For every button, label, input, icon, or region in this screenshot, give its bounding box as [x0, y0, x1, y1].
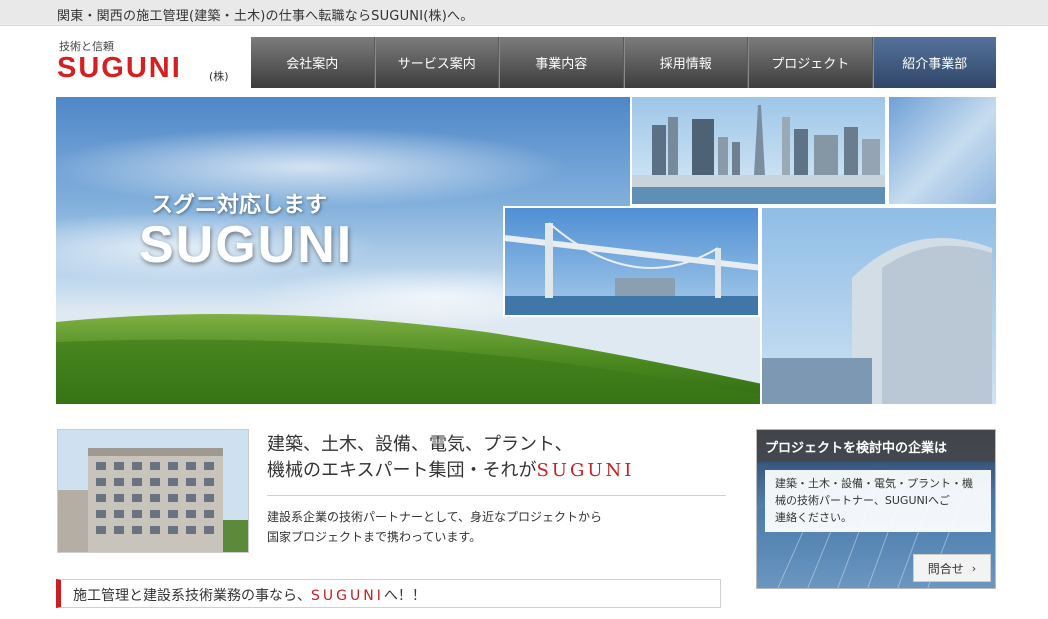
contact-button[interactable]: 問合せ › [913, 554, 991, 582]
office-building-photo [57, 429, 249, 553]
nav-item-projects[interactable]: プロジェクト [748, 37, 873, 88]
sidebar-message-line3: 連絡ください。 [775, 511, 852, 524]
service-banner-text: 施工管理と建設系技術業務の事なら、SUGUNIへ！！ [73, 585, 426, 605]
service-banner: 施工管理と建設系技術業務の事なら、SUGUNIへ！！ [56, 579, 721, 608]
logo-corp-suffix: (株) [209, 70, 229, 83]
sidebar-message-line1: 建築・土木・設備・電気・プラント・機 [775, 477, 973, 490]
intro-headline-line2: 機械のエキスパート集団・それがSUGUNI [267, 458, 634, 484]
service-banner-lead: 施工管理と建設系技術業務の事なら、 [73, 588, 311, 604]
intro-body: 建設系企業の技術パートナーとして、身近なプロジェクトから 国家プロジェクトまで携… [267, 507, 602, 547]
hotel-building-photo [760, 206, 996, 404]
site-tagline: 関東・関西の施工管理(建築・土木)の仕事へ転職ならSUGUNI(株)へ。 [57, 9, 474, 24]
service-banner-brand: SUGUNI [311, 588, 384, 604]
logo-wordmark: SUGUNI [57, 52, 182, 84]
contact-button-label: 問合せ [927, 561, 964, 576]
contact-sidebar: プロジェクトを検討中の企業は 建築・土木・設備・電気・プラント・機 械の技術パー… [756, 429, 996, 589]
hero-banner: スグニ対応します SUGUNI [56, 97, 996, 404]
service-banner-suffix: へ！！ [383, 588, 426, 604]
nav-item-company[interactable]: 会社案内 [251, 37, 375, 88]
sidebar-title: プロジェクトを検討中の企業は [757, 430, 995, 462]
skyline-photo [630, 97, 887, 206]
nav-item-services[interactable]: サービス案内 [374, 37, 499, 88]
sidebar-message: 建築・土木・設備・電気・プラント・機 械の技術パートナー、SUGUNIへご 連絡… [765, 470, 991, 532]
nav-item-recruit[interactable]: 採用情報 [623, 37, 748, 88]
intro-headline-line2-text: 機械のエキスパート集団・それが [267, 460, 537, 481]
nav-item-referral[interactable]: 紹介事業部 [872, 37, 996, 88]
top-bar: 関東・関西の施工管理(建築・土木)の仕事へ転職ならSUGUNI(株)へ。 [0, 0, 1048, 26]
intro-divider [267, 495, 726, 496]
intro-headline-line1: 建築、土木、設備、電気、プラント、 [267, 434, 573, 455]
nav-item-business[interactable]: 事業内容 [499, 37, 624, 88]
main-nav: 会社案内 サービス案内 事業内容 採用情報 プロジェクト 紹介事業部 [251, 37, 996, 88]
intro-headline-brand: SUGUNI [536, 460, 635, 481]
sky-photo [887, 97, 996, 206]
intro-body-line2: 国家プロジェクトまで携わっています。 [267, 530, 482, 544]
hero-catch-title: SUGUNI [139, 216, 354, 274]
intro-body-line1: 建設系企業の技術パートナーとして、身近なプロジェクトから [267, 510, 603, 524]
chevron-right-icon: › [971, 561, 977, 575]
intro-headline: 建築、土木、設備、電気、プラント、 機械のエキスパート集団・それがSUGUNI [267, 432, 634, 484]
sidebar-message-line2: 械の技術パートナー、SUGUNIへご [775, 494, 950, 507]
site-logo[interactable]: 技術と信頼 SUGUNI (株) [57, 38, 247, 88]
bridge-photo [503, 206, 760, 317]
